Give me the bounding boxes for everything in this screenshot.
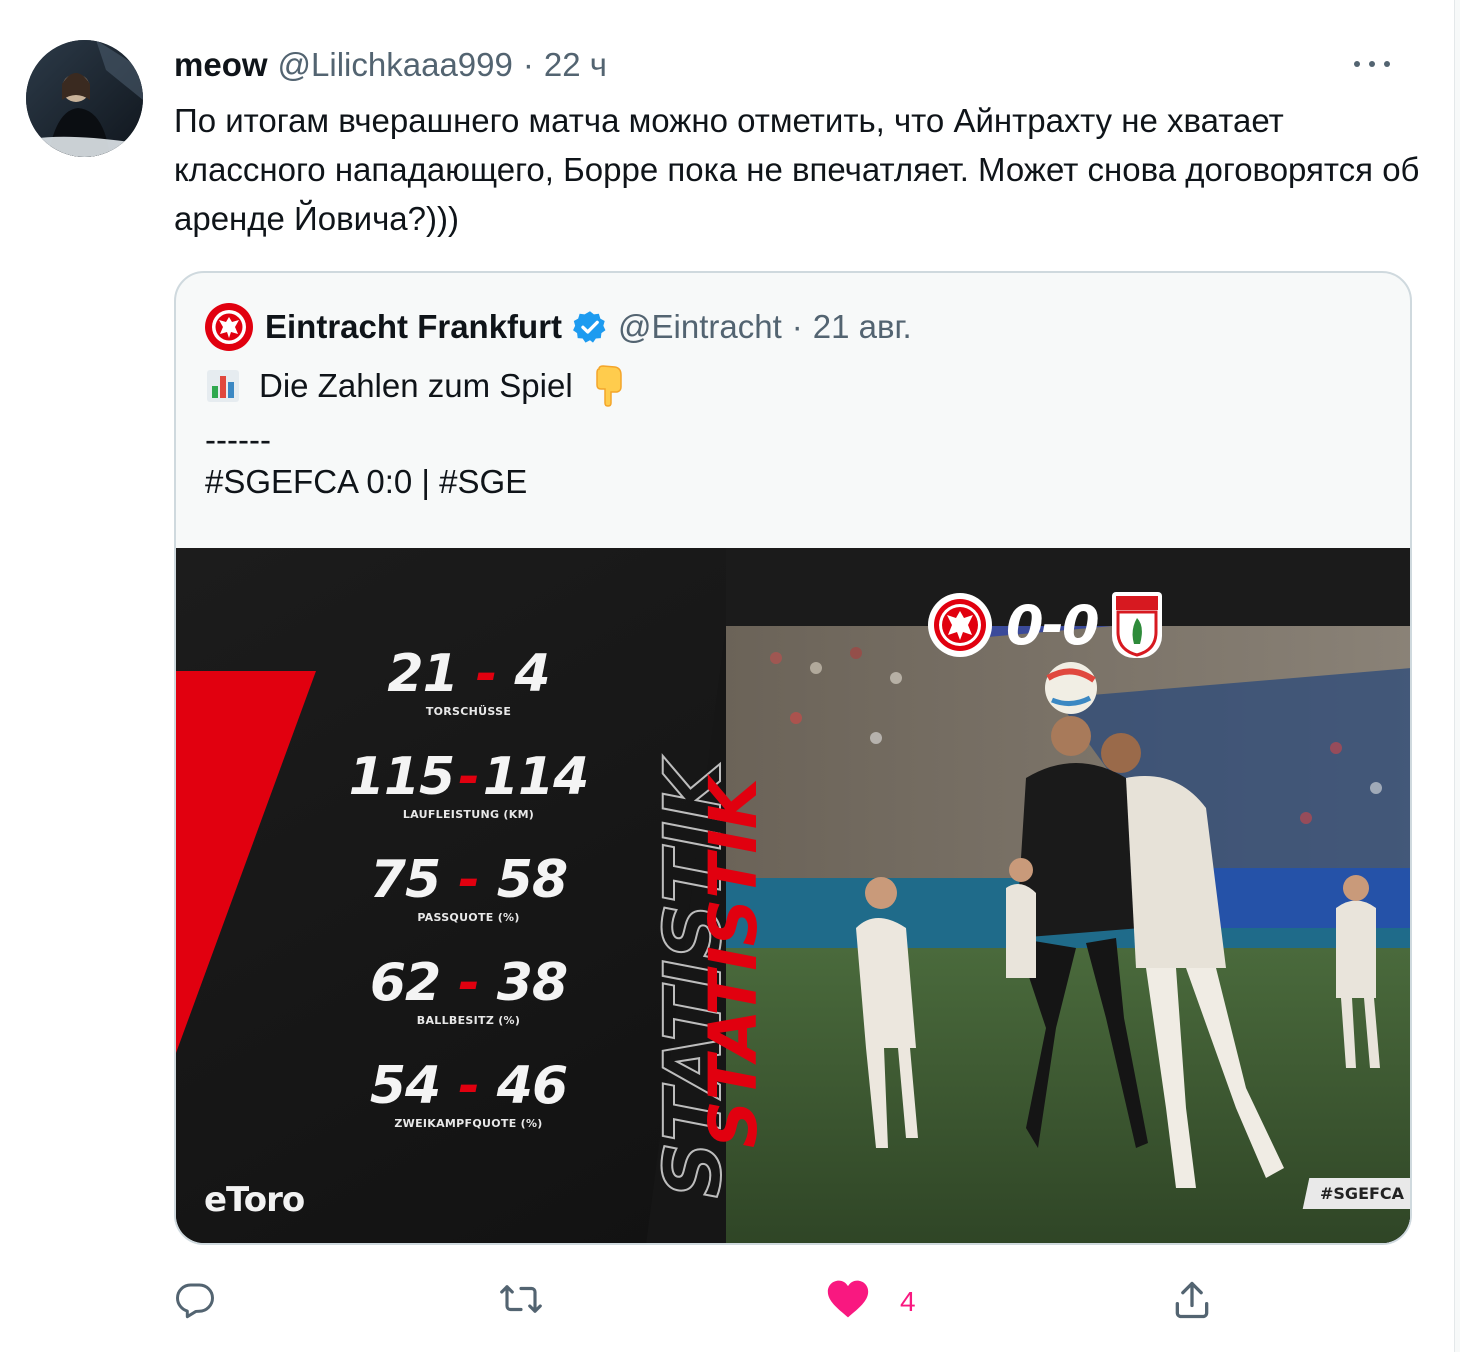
share-icon xyxy=(1170,1278,1214,1327)
reply-button[interactable] xyxy=(174,1278,216,1325)
avatar[interactable] xyxy=(26,40,143,157)
bar-chart-emoji xyxy=(205,368,241,404)
stat-label: TORSCHÜSSE xyxy=(425,705,512,718)
point-down-emoji xyxy=(587,365,627,407)
quoted-header: Eintracht Frankfurt @Eintracht · 21 авг. xyxy=(205,303,912,351)
stat-row: 115 - 114 LAUFLEISTUNG (KM) xyxy=(326,746,611,849)
sponsor-logo: eToro xyxy=(204,1180,305,1220)
tweet-text: По итогам вчерашнего матча можно отметит… xyxy=(174,102,1420,237)
stat-away-value: 114 xyxy=(482,747,590,807)
retweet-button[interactable] xyxy=(498,1278,544,1325)
eintracht-crest-icon xyxy=(928,593,992,657)
svg-text:STATISTIK: STATISTIK xyxy=(695,773,768,1148)
header-separator: · xyxy=(522,46,534,83)
quoted-separator: · xyxy=(791,308,803,345)
quoted-intro-text: Die Zahlen zum Spiel xyxy=(259,367,573,404)
stat-away-value: 58 xyxy=(496,850,568,910)
stat-home-value: 54 xyxy=(369,1056,441,1116)
hashtag-badge: #SGEFCA xyxy=(1302,1178,1410,1209)
action-bar: 4 xyxy=(0,1270,1455,1334)
stat-row: 21 - 4 TORSCHÜSSE xyxy=(326,643,611,746)
augsburg-crest-icon xyxy=(1111,592,1162,658)
eintracht-avatar[interactable] xyxy=(205,303,253,351)
stat-row: 75 - 58 PASSQUOTE (%) xyxy=(326,849,611,952)
stat-row: 54 - 46 ZWEIKAMPFQUOTE (%) xyxy=(326,1055,611,1158)
stat-home-value: 115 xyxy=(348,747,456,807)
stat-home-value: 75 xyxy=(369,850,441,910)
quoted-tweet[interactable]: Eintracht Frankfurt @Eintracht · 21 авг. xyxy=(174,271,1412,1245)
stat-label: ZWEIKAMPFQUOTE (%) xyxy=(394,1117,543,1130)
stats-panel: 21 - 4 TORSCHÜSSE 115 - 114 LAUFLEISTUNG… xyxy=(326,643,611,1158)
stat-home-value: 21 xyxy=(387,644,458,704)
stat-dash: - xyxy=(458,747,480,807)
stat-dash: - xyxy=(475,644,498,704)
stat-label: PASSQUOTE (%) xyxy=(417,911,520,924)
quoted-author-handle[interactable]: @Eintracht xyxy=(618,308,782,346)
stat-home-value: 62 xyxy=(369,953,441,1013)
author-handle[interactable]: @Lilichkaaa999 xyxy=(278,46,513,84)
tweet-time[interactable]: 22 ч xyxy=(544,46,607,84)
statistik-vertical-title: STATISTIK STATISTIK xyxy=(648,754,768,1199)
eagle-crest-icon xyxy=(212,310,246,344)
stat-label: LAUFLEISTUNG (KM) xyxy=(402,808,535,821)
stat-away-value: 46 xyxy=(496,1056,568,1116)
quoted-media[interactable]: STATISTIK STATISTIK 21 - 4 TORSCHÜSSE 11… xyxy=(176,548,1410,1243)
stat-dash: - xyxy=(458,953,480,1013)
stat-away-value: 38 xyxy=(496,953,568,1013)
stat-dash: - xyxy=(458,1056,480,1116)
share-button[interactable] xyxy=(1170,1278,1214,1327)
tweet-header: meow @Lilichkaaa999 · 22 ч xyxy=(174,44,607,86)
quoted-author-name[interactable]: Eintracht Frankfurt xyxy=(265,308,562,346)
like-button[interactable]: 4 xyxy=(826,1278,916,1325)
scoreboard: 0-0 xyxy=(928,590,1162,660)
author-name[interactable]: meow xyxy=(174,46,268,84)
quoted-text-line-2: ------ xyxy=(205,421,271,458)
stat-dash: - xyxy=(458,850,480,910)
match-score: 0-0 xyxy=(1006,593,1100,657)
retweet-icon xyxy=(498,1278,544,1325)
like-count: 4 xyxy=(900,1285,916,1317)
quoted-text-line-3: #SGEFCA 0:0 | #SGE xyxy=(205,463,528,500)
reply-icon xyxy=(174,1278,216,1325)
tweet-card[interactable]: meow @Lilichkaaa999 · 22 ч По итогам вче… xyxy=(0,0,1455,1352)
like-icon xyxy=(826,1278,870,1325)
more-icon[interactable] xyxy=(1352,46,1392,82)
verified-icon xyxy=(572,309,608,345)
stat-row: 62 - 38 BALLBESITZ (%) xyxy=(326,952,611,1055)
stat-away-value: 4 xyxy=(514,644,550,704)
avatar-photo xyxy=(26,40,143,157)
quoted-date[interactable]: 21 авг. xyxy=(813,308,912,346)
stat-label: BALLBESITZ (%) xyxy=(416,1014,521,1027)
quoted-text-line-1: Die Zahlen zum Spiel xyxy=(205,365,627,407)
